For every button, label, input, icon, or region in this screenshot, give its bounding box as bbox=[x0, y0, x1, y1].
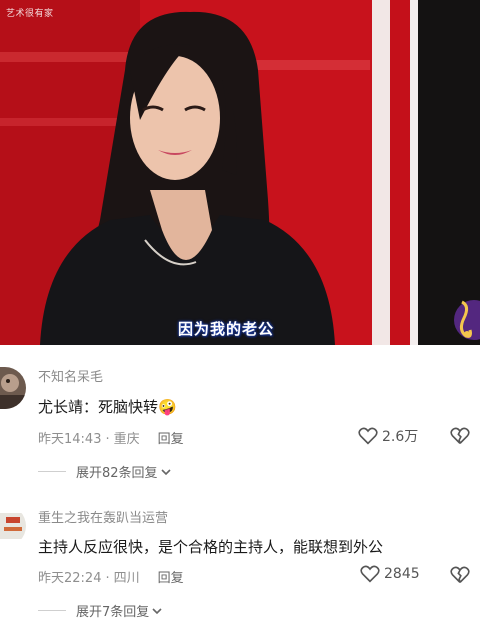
divider bbox=[38, 471, 66, 472]
comment-time: 昨天14:43 bbox=[38, 432, 102, 447]
dislike-button[interactable] bbox=[450, 566, 470, 588]
comment-username[interactable]: 不知名呆毛 bbox=[38, 366, 103, 385]
chevron-down-icon bbox=[160, 468, 171, 475]
comment-text: 主持人反应很快，是个合格的主持人，能联想到外公 bbox=[38, 538, 384, 556]
like-count: 2.6万 bbox=[382, 429, 419, 445]
avatar[interactable] bbox=[0, 367, 26, 409]
comment-meta: 昨天14:43 · 重庆 回复 bbox=[38, 432, 184, 447]
music-note-icon bbox=[454, 300, 480, 340]
heart-outline-icon bbox=[360, 565, 380, 583]
expand-replies-label: 展开7条回复 bbox=[76, 605, 150, 620]
watermark: 艺术很有家 bbox=[6, 9, 54, 19]
comment-text: 尤长靖：死脑快转🤪 bbox=[38, 398, 177, 416]
chevron-down-icon bbox=[152, 607, 162, 614]
video-subtitle: 因为我的老公 bbox=[178, 320, 275, 338]
expand-replies-label: 展开82条回复 bbox=[76, 466, 158, 481]
comment-item: 重生之我在轰趴当运营 主持人反应很快，是个合格的主持人，能联想到外公 昨天22:… bbox=[0, 495, 480, 640]
like-count: 2845 bbox=[384, 566, 420, 582]
reply-button[interactable]: 回复 bbox=[158, 432, 184, 447]
dislike-button[interactable] bbox=[450, 427, 470, 449]
comment-time: 昨天22:24 bbox=[38, 571, 102, 586]
expand-replies-button[interactable]: 展开82条回复 bbox=[38, 462, 172, 481]
video-player[interactable]: 艺术很有家 因为我的老公 bbox=[0, 0, 480, 345]
comment-location: 重庆 bbox=[113, 432, 140, 447]
divider bbox=[38, 610, 66, 611]
comment-username[interactable]: 重生之我在轰趴当运营 bbox=[38, 507, 168, 526]
broken-heart-icon bbox=[450, 427, 470, 444]
comment-item: 不知名呆毛 尤长靖：死脑快转🤪 昨天14:43 · 重庆 回复 2.6万 展开82条回… bbox=[0, 345, 480, 495]
comment-location: 四川 bbox=[113, 571, 140, 586]
heart-outline-icon bbox=[358, 427, 378, 445]
comment-meta: 昨天22:24 · 四川 回复 bbox=[38, 571, 184, 586]
expand-replies-button[interactable]: 展开7条回复 bbox=[38, 601, 163, 620]
like-button[interactable]: 2.6万 bbox=[358, 426, 418, 446]
broken-heart-icon bbox=[450, 566, 470, 583]
video-frame bbox=[0, 0, 480, 345]
avatar[interactable] bbox=[0, 505, 26, 547]
reply-button[interactable]: 回复 bbox=[158, 571, 184, 586]
like-button[interactable]: 2845 bbox=[360, 565, 420, 583]
